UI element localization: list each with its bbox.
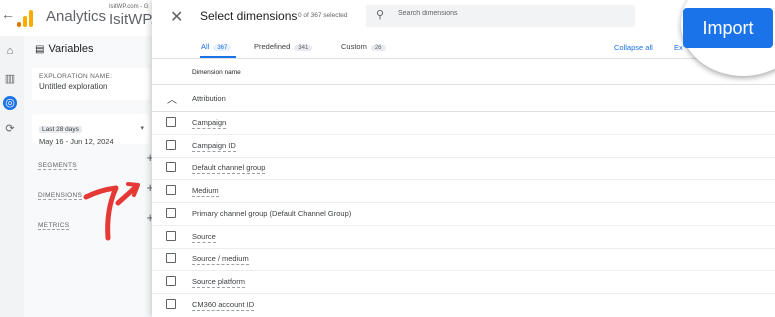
list-item[interactable]: Campaign bbox=[152, 112, 775, 135]
dimension-label: Medium bbox=[192, 186, 219, 197]
dimension-label: Primary channel group (Default Channel G… bbox=[192, 209, 352, 218]
dimensions-label: DIMENSIONS bbox=[38, 192, 83, 200]
back-arrow-icon[interactable]: ← bbox=[1, 6, 15, 22]
dimension-label: Campaign ID bbox=[192, 141, 236, 152]
exploration-name-card[interactable]: EXPLORATION NAME: Untitled exploration bbox=[32, 68, 150, 100]
selected-count: 0 of 367 selected bbox=[298, 12, 348, 19]
dimensions-row: DIMENSIONS + bbox=[38, 180, 158, 200]
search-input[interactable] bbox=[398, 10, 618, 17]
group-row-attribution[interactable]: ︿ Attribution bbox=[152, 85, 775, 111]
date-range-card[interactable]: Last 28 days May 16 - Jun 12, 2024 ▾ bbox=[32, 114, 150, 146]
dimension-label: Source bbox=[192, 232, 216, 243]
segments-label: SEGMENTS bbox=[38, 162, 77, 170]
home-icon[interactable]: ⌂ bbox=[3, 44, 17, 58]
dimension-label: Source platform bbox=[192, 277, 245, 288]
dimension-label: CM360 account ID bbox=[192, 300, 255, 311]
app-name: Analytics bbox=[46, 8, 107, 25]
tabs-divider bbox=[152, 58, 775, 59]
tab-custom[interactable]: Custom 26 bbox=[341, 42, 386, 51]
list-item[interactable]: Source platform bbox=[152, 271, 775, 294]
expand-all-link[interactable]: Ex bbox=[674, 43, 683, 52]
checkbox[interactable] bbox=[166, 208, 176, 218]
variables-panel: ▤Variables › EXPLORATION NAME: Untitled … bbox=[24, 36, 156, 317]
checkbox[interactable] bbox=[166, 162, 176, 172]
checkbox[interactable] bbox=[166, 276, 176, 286]
checkbox[interactable] bbox=[166, 299, 176, 309]
import-button[interactable]: Import bbox=[683, 8, 773, 48]
exploration-name-value: Untitled exploration bbox=[39, 82, 108, 91]
list-item[interactable]: Campaign ID bbox=[152, 135, 775, 158]
list-item[interactable]: Medium bbox=[152, 180, 775, 203]
collapse-all-link[interactable]: Collapse all bbox=[614, 43, 653, 52]
advertising-icon[interactable]: ⟳ bbox=[3, 122, 17, 136]
tab-predefined-count: 341 bbox=[294, 45, 313, 51]
dropdown-icon: ▾ bbox=[140, 125, 144, 132]
tab-predefined[interactable]: Predefined 341 bbox=[254, 42, 313, 51]
analytics-logo bbox=[17, 9, 35, 27]
select-dimensions-dialog: ✕ Select dimensions 0 of 367 selected ⚲ … bbox=[152, 0, 775, 317]
checkbox[interactable] bbox=[166, 185, 176, 195]
account-small-label: IsitWP.com - G bbox=[109, 4, 149, 10]
chevron-up-icon[interactable]: ︿ bbox=[167, 91, 177, 106]
search-icon: ⚲ bbox=[376, 9, 385, 21]
metrics-label: METRICS bbox=[38, 222, 70, 230]
checkbox[interactable] bbox=[166, 140, 176, 150]
exploration-name-label: EXPLORATION NAME: bbox=[39, 73, 113, 80]
checkbox[interactable] bbox=[166, 253, 176, 263]
date-range-value: May 16 - Jun 12, 2024 bbox=[39, 137, 114, 146]
list-item[interactable]: Primary channel group (Default Channel G… bbox=[152, 203, 775, 226]
tab-all-count: 367 bbox=[213, 45, 232, 51]
dimension-label: Default channel group bbox=[192, 163, 266, 174]
metrics-row: METRICS + bbox=[38, 210, 158, 230]
checkbox[interactable] bbox=[166, 231, 176, 241]
column-header: Dimension name bbox=[192, 69, 241, 76]
left-nav-rail: ⌂ ▥ ◎ ⟳ bbox=[0, 36, 22, 317]
reports-icon[interactable]: ▥ bbox=[3, 72, 17, 86]
search-box[interactable]: ⚲ bbox=[366, 5, 635, 27]
list-item[interactable]: Source bbox=[152, 226, 775, 249]
close-icon[interactable]: ✕ bbox=[170, 7, 183, 27]
explore-icon[interactable]: ◎ bbox=[3, 96, 17, 110]
group-label: Attribution bbox=[192, 94, 226, 103]
tab-all[interactable]: All 367 bbox=[201, 42, 232, 51]
segments-row: SEGMENTS + bbox=[38, 150, 158, 170]
variables-icon: ▤ bbox=[35, 44, 45, 55]
dimension-label: Source / medium bbox=[192, 254, 249, 265]
dimension-label: Campaign bbox=[192, 118, 227, 129]
date-chip: Last 28 days bbox=[39, 126, 82, 133]
tab-custom-count: 26 bbox=[370, 45, 386, 51]
list-item[interactable]: Default channel group bbox=[152, 157, 775, 180]
checkbox[interactable] bbox=[166, 117, 176, 127]
variables-title: ▤ Variables bbox=[35, 43, 94, 55]
dialog-title: Select dimensions bbox=[200, 9, 298, 23]
list-item[interactable]: CM360 account ID bbox=[152, 294, 775, 317]
list-item[interactable]: Source / medium bbox=[152, 248, 775, 271]
